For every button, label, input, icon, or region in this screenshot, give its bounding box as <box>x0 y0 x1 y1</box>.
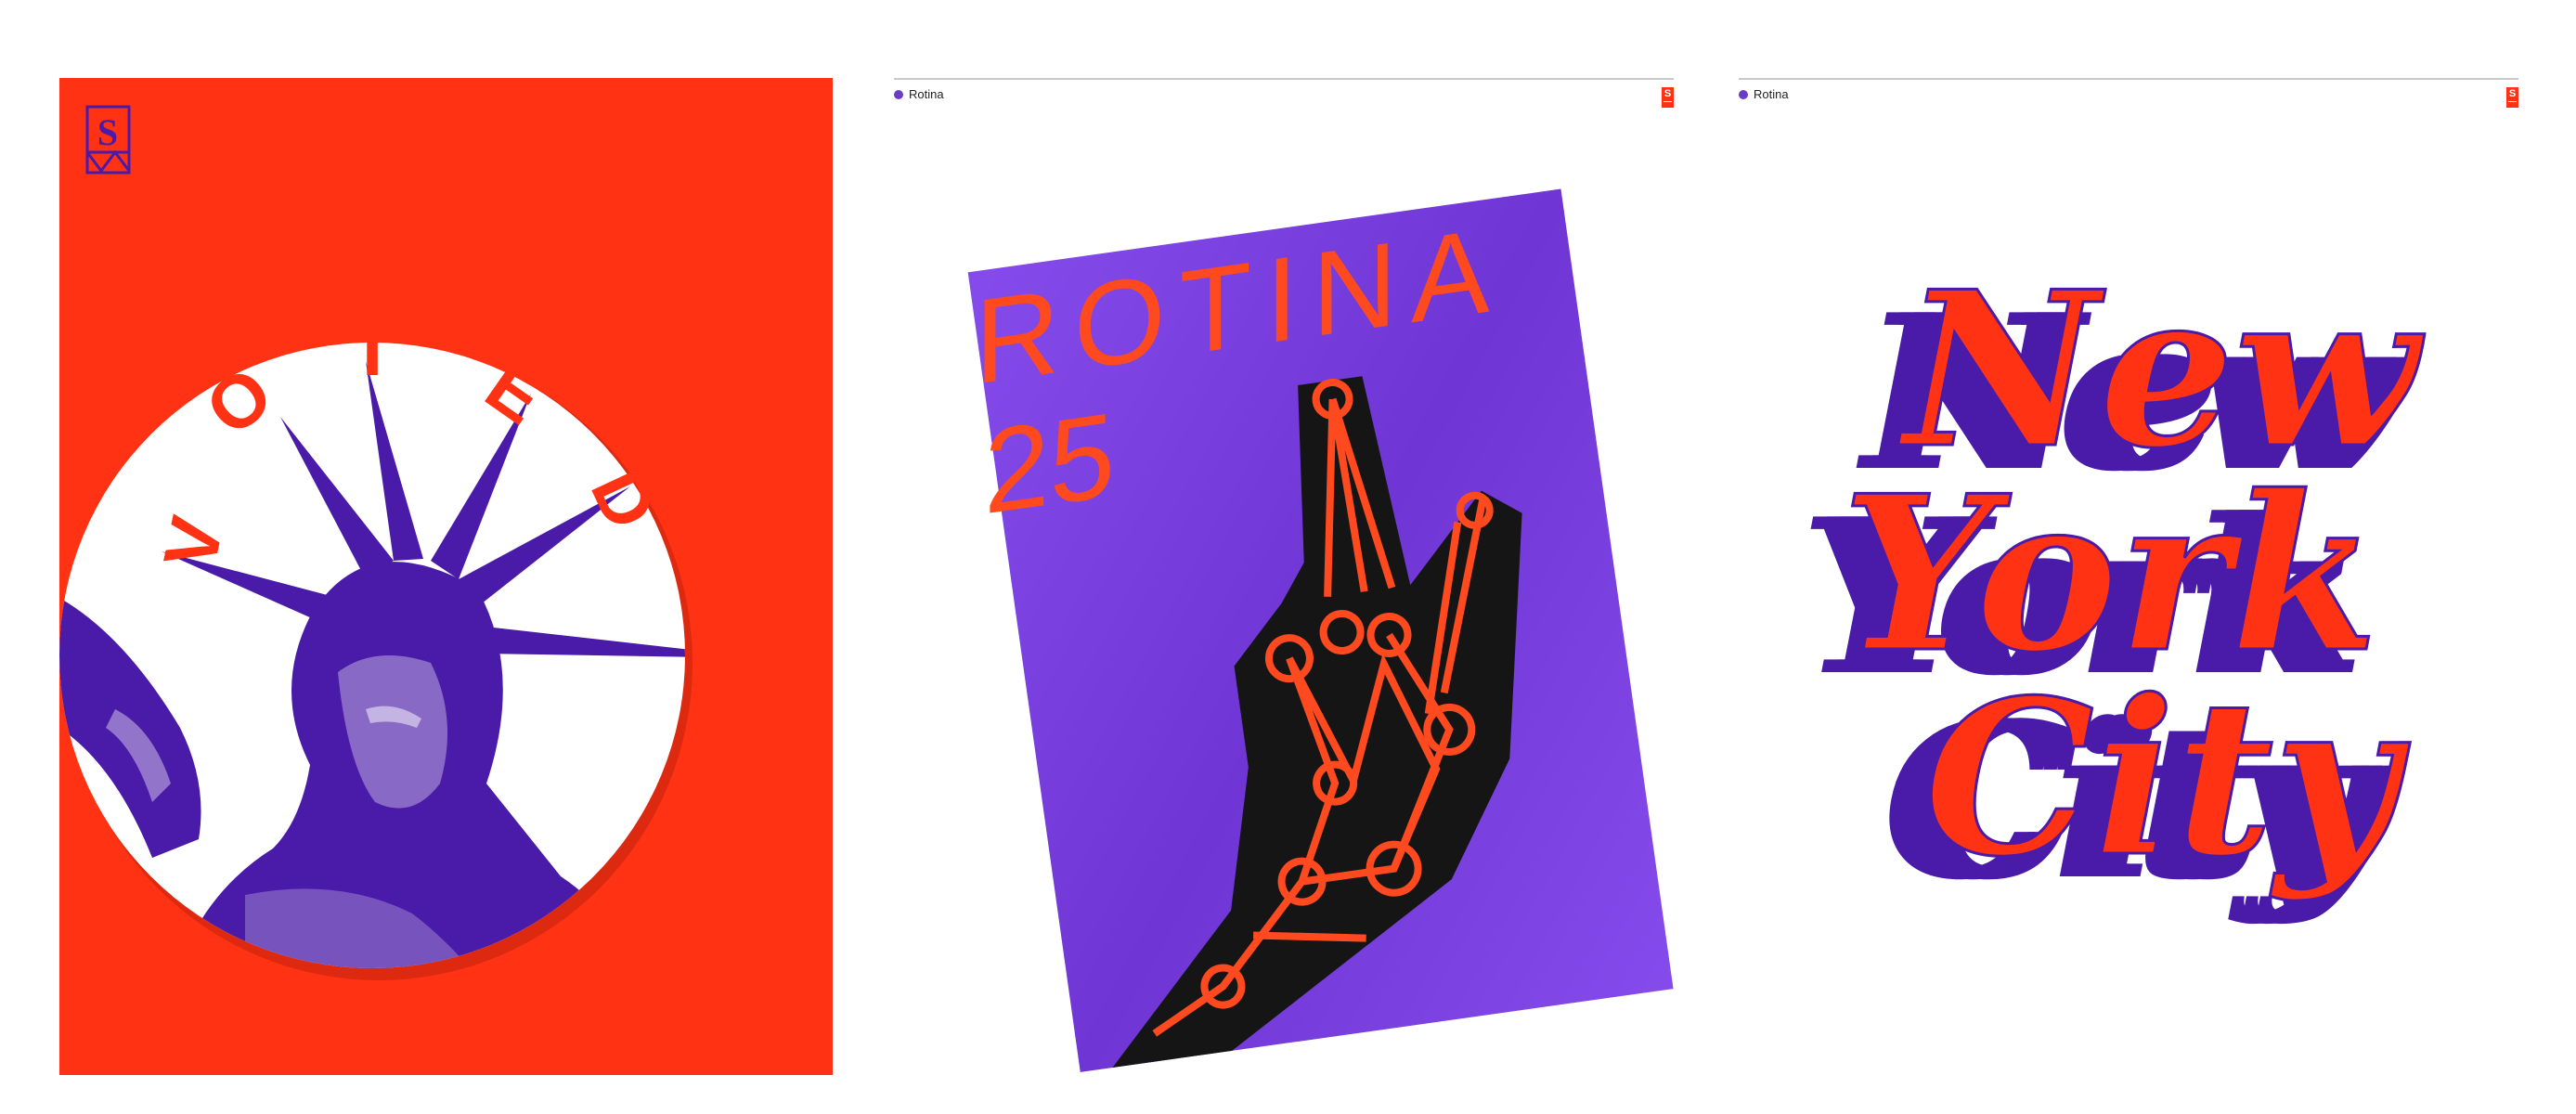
rotina-panel: Rotina S ROTINA 25 <box>894 78 1674 1075</box>
rotina-artwork: ROTINA 25 <box>967 188 1674 1072</box>
voted-letter-t: T <box>350 308 395 391</box>
svg-text:S: S <box>97 111 118 153</box>
voted-artwork: S V O T E D <box>59 105 693 980</box>
voted-poster: S V O T E D <box>59 78 833 1075</box>
nyc-text: New New New York York York City City Cit… <box>1800 244 2427 928</box>
poster-number: 25 <box>984 388 1115 540</box>
nyc-line-city: City <box>1924 654 2411 904</box>
nyc-foreground: New York City <box>1840 244 2426 906</box>
nyc-panel: Rotina S New New New York York York City… <box>1739 78 2518 1075</box>
nyc-lettering: New New New York York York City City Cit… <box>1800 244 2427 928</box>
brand-logo-icon: S <box>85 105 131 175</box>
